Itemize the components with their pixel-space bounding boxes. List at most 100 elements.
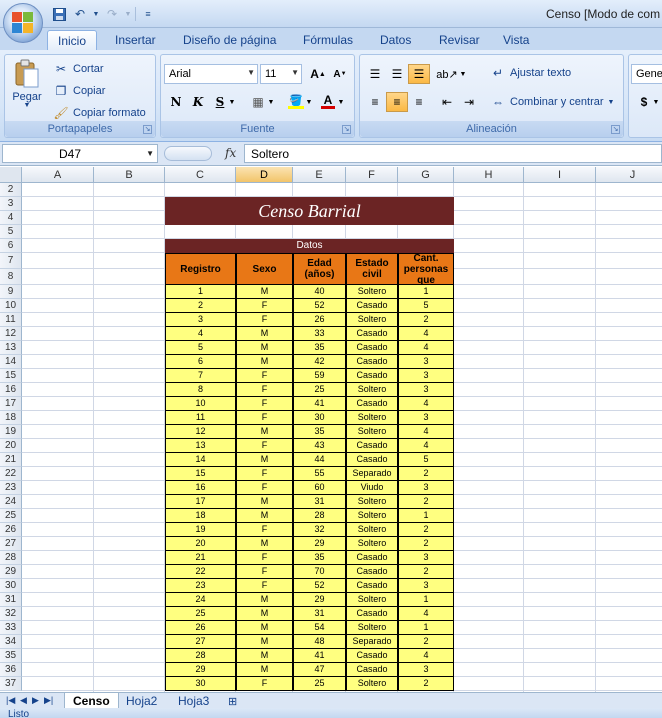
- table-cell[interactable]: 2: [398, 677, 454, 691]
- orientation-icon[interactable]: ab↗: [436, 64, 458, 84]
- table-cell[interactable]: F: [236, 411, 293, 425]
- table-cell[interactable]: 31: [293, 495, 346, 509]
- table-cell[interactable]: 2: [398, 537, 454, 551]
- table-cell[interactable]: 15: [165, 467, 236, 481]
- table-cell[interactable]: Soltero: [346, 411, 398, 425]
- table-cell[interactable]: 10: [165, 397, 236, 411]
- table-cell[interactable]: 31: [293, 607, 346, 621]
- table-cell[interactable]: 30: [165, 677, 236, 691]
- table-cell[interactable]: Soltero: [346, 523, 398, 537]
- table-cell[interactable]: M: [236, 621, 293, 635]
- table-cell[interactable]: M: [236, 649, 293, 663]
- table-cell[interactable]: M: [236, 593, 293, 607]
- column-header[interactable]: E: [293, 167, 346, 183]
- table-cell[interactable]: Casado: [346, 453, 398, 467]
- align-right-icon[interactable]: ≡: [408, 92, 430, 112]
- table-cell[interactable]: 29: [293, 593, 346, 607]
- orientation-dropdown-icon[interactable]: ▼: [458, 64, 468, 84]
- row-header[interactable]: 31: [0, 593, 22, 607]
- table-cell[interactable]: M: [236, 355, 293, 369]
- row-header[interactable]: 20: [0, 439, 22, 453]
- table-cell[interactable]: 28: [293, 509, 346, 523]
- table-cell[interactable]: F: [236, 383, 293, 397]
- table-cell[interactable]: 25: [293, 677, 346, 691]
- table-cell[interactable]: 35: [293, 551, 346, 565]
- table-cell[interactable]: Casado: [346, 551, 398, 565]
- table-cell[interactable]: 26: [165, 621, 236, 635]
- table-cell[interactable]: Separado: [346, 635, 398, 649]
- row-header[interactable]: 35: [0, 649, 22, 663]
- column-header[interactable]: J: [596, 167, 662, 183]
- table-cell[interactable]: 5: [165, 341, 236, 355]
- table-cell[interactable]: 5: [398, 299, 454, 313]
- table-cell[interactable]: 59: [293, 369, 346, 383]
- column-header[interactable]: A: [22, 167, 94, 183]
- table-cell[interactable]: 44: [293, 453, 346, 467]
- table-cell[interactable]: 4: [398, 327, 454, 341]
- table-cell[interactable]: 2: [398, 467, 454, 481]
- row-header[interactable]: 24: [0, 495, 22, 509]
- table-cell[interactable]: 21: [165, 551, 236, 565]
- table-cell[interactable]: Casado: [346, 369, 398, 383]
- table-cell[interactable]: 2: [398, 635, 454, 649]
- table-cell[interactable]: Soltero: [346, 383, 398, 397]
- align-center-icon[interactable]: ≡: [386, 92, 408, 112]
- redo-dropdown-icon[interactable]: ▼: [124, 5, 132, 23]
- table-cell[interactable]: 1: [398, 593, 454, 607]
- tab-diseno-pagina[interactable]: Diseño de página: [173, 30, 286, 50]
- table-cell[interactable]: 47: [293, 663, 346, 677]
- row-header[interactable]: 28: [0, 551, 22, 565]
- table-cell[interactable]: 3: [398, 369, 454, 383]
- table-cell[interactable]: M: [236, 495, 293, 509]
- table-cell[interactable]: Casado: [346, 565, 398, 579]
- table-cell[interactable]: 13: [165, 439, 236, 453]
- table-cell[interactable]: Casado: [346, 607, 398, 621]
- tab-formulas[interactable]: Fórmulas: [293, 30, 363, 50]
- increase-indent-icon[interactable]: ⇥: [458, 92, 480, 112]
- table-cell[interactable]: Separado: [346, 467, 398, 481]
- table-cell[interactable]: M: [236, 635, 293, 649]
- table-cell[interactable]: F: [236, 551, 293, 565]
- grow-font-icon[interactable]: A ▲: [307, 64, 329, 84]
- row-header[interactable]: 9: [0, 285, 22, 299]
- table-cell[interactable]: M: [236, 425, 293, 439]
- first-sheet-icon[interactable]: |◀: [6, 695, 15, 706]
- table-cell[interactable]: 2: [398, 313, 454, 327]
- prev-sheet-icon[interactable]: ◀: [20, 695, 27, 706]
- table-cell[interactable]: F: [236, 313, 293, 327]
- row-header[interactable]: 17: [0, 397, 22, 411]
- row-header[interactable]: 16: [0, 383, 22, 397]
- copy-button[interactable]: ❐ Copiar: [53, 83, 106, 99]
- name-box[interactable]: D47 ▼: [2, 144, 158, 163]
- row-header[interactable]: 7: [0, 253, 22, 269]
- table-cell[interactable]: 3: [398, 579, 454, 593]
- table-cell[interactable]: Soltero: [346, 537, 398, 551]
- table-cell[interactable]: 48: [293, 635, 346, 649]
- row-header[interactable]: 22: [0, 467, 22, 481]
- table-cell[interactable]: Viudo: [346, 481, 398, 495]
- table-cell[interactable]: 25: [165, 607, 236, 621]
- align-left-icon[interactable]: ≡: [364, 92, 386, 112]
- row-header[interactable]: 25: [0, 509, 22, 523]
- table-cell[interactable]: Casado: [346, 663, 398, 677]
- insert-sheet-icon[interactable]: ⊞: [228, 695, 237, 708]
- column-header[interactable]: C: [165, 167, 236, 183]
- table-cell[interactable]: M: [236, 453, 293, 467]
- table-cell[interactable]: Casado: [346, 355, 398, 369]
- font-color-dropdown-icon[interactable]: ▼: [336, 92, 346, 112]
- table-cell[interactable]: F: [236, 439, 293, 453]
- row-header[interactable]: 6: [0, 239, 22, 253]
- align-bottom-icon[interactable]: ☰: [408, 64, 430, 84]
- table-cell[interactable]: 28: [165, 649, 236, 663]
- row-header[interactable]: 2: [0, 183, 22, 197]
- row-header[interactable]: 36: [0, 663, 22, 677]
- row-header[interactable]: 11: [0, 313, 22, 327]
- table-cell[interactable]: Casado: [346, 327, 398, 341]
- table-cell[interactable]: 1: [398, 509, 454, 523]
- row-header[interactable]: 5: [0, 225, 22, 239]
- align-top-icon[interactable]: ☰: [364, 64, 386, 84]
- customize-toolbar-icon[interactable]: ≡: [139, 5, 157, 23]
- sheet-tab-hoja2[interactable]: Hoja2: [118, 693, 165, 709]
- table-cell[interactable]: 41: [293, 397, 346, 411]
- table-cell[interactable]: 4: [398, 341, 454, 355]
